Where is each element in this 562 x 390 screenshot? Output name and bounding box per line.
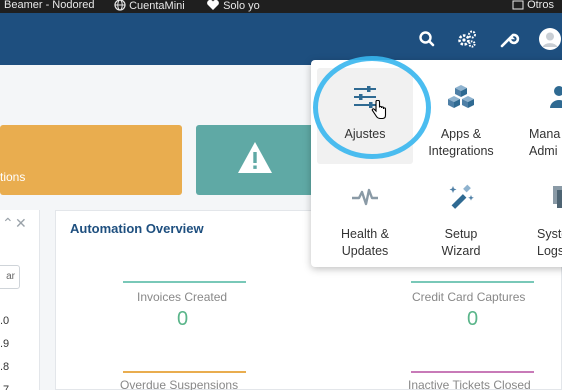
bookmark-folder-otros[interactable]: Otros — [512, 0, 554, 12]
cubes-icon — [448, 85, 474, 108]
stat-label: Credit Card Captures — [412, 290, 526, 304]
menu-item-ajustes[interactable]: Ajustes — [317, 68, 413, 164]
filter-button[interactable]: ar — [0, 265, 20, 289]
bookmark-cuentamini[interactable]: CuentaMini — [114, 0, 185, 13]
stat-label: Inactive Tickets Closed — [408, 378, 531, 390]
globe-icon — [114, 0, 126, 11]
bookmark-label: Otros — [527, 0, 554, 11]
warning-icon — [238, 142, 272, 173]
collapse-icon[interactable]: ⌃ — [2, 215, 14, 232]
menu-item-label: Health & Updates — [341, 227, 389, 258]
stat-divider — [123, 371, 246, 373]
menu-item-label: Syste Logs — [537, 227, 562, 258]
menu-item-system-logs[interactable]: Syste Logs — [515, 168, 562, 264]
menu-item-setup-wizard[interactable]: Setup Wizard — [413, 168, 509, 264]
axis-value: .9 — [0, 338, 10, 350]
hand-cursor-icon — [371, 100, 387, 120]
stat-label: Overdue Suspensions — [120, 378, 239, 390]
stat-value: 0 — [177, 308, 189, 330]
user-avatar-icon[interactable] — [538, 27, 562, 51]
menu-item-manage-admins[interactable]: Mana Admi — [515, 68, 562, 164]
bookmark-label: Solo yo — [223, 0, 260, 12]
stat-divider — [123, 281, 246, 283]
bookmark-solo-yo[interactable]: Solo yo — [206, 0, 260, 13]
bookmark-beamer[interactable]: Beamer - Nodored — [4, 0, 95, 12]
search-icon[interactable] — [416, 28, 438, 50]
axis-value: .7 — [0, 384, 10, 390]
menu-item-label: Ajustes — [344, 127, 386, 141]
gear-icon[interactable] — [456, 28, 478, 50]
teal-alert-card[interactable] — [196, 125, 326, 195]
menu-item-health-updates[interactable]: Health & Updates — [317, 168, 413, 264]
heart-icon — [207, 0, 219, 10]
menu-item-label: Setup Wizard — [441, 227, 481, 258]
heartbeat-icon — [352, 188, 378, 206]
card-label: tions — [0, 170, 26, 184]
admin-dropdown-menu: Ajustes Apps & Integrations Mana Admi He… — [311, 60, 562, 267]
stat-divider — [411, 371, 534, 373]
axis-value: .0 — [0, 315, 10, 327]
panel-title: Automation Overview — [70, 221, 204, 236]
stat-divider — [411, 281, 534, 283]
menu-item-apps-integrations[interactable]: Apps & Integrations — [413, 68, 509, 164]
folder-icon — [512, 0, 524, 10]
documents-icon — [553, 186, 562, 208]
top-navbar — [0, 13, 562, 65]
left-widget-panel: ⌃ ✕ ar .0 .9 .8 .7 — [0, 210, 40, 390]
menu-item-label: Mana Admi — [529, 127, 561, 158]
magic-wand-icon — [449, 184, 474, 209]
wrench-icon[interactable] — [498, 28, 520, 50]
bookmarks-bar: Beamer - Nodored CuentaMini Solo yo Otro… — [0, 0, 562, 13]
users-icon — [550, 86, 562, 108]
stat-label: Invoices Created — [137, 290, 228, 304]
axis-value: .8 — [0, 361, 10, 373]
orange-stat-card[interactable]: tions — [0, 125, 182, 195]
stat-value: 0 — [467, 308, 479, 330]
menu-item-label: Apps & Integrations — [428, 127, 494, 158]
bookmark-label: CuentaMini — [129, 0, 185, 12]
close-icon[interactable]: ✕ — [15, 215, 27, 232]
